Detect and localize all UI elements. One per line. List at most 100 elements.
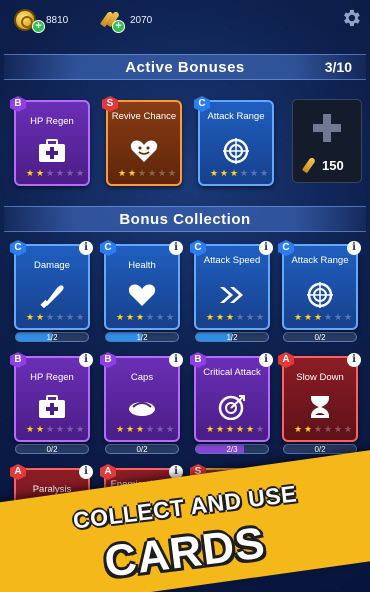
add-coins-icon[interactable]: + bbox=[32, 20, 45, 33]
collection-card[interactable]: Bi Caps ★ ★ ★ ★ ★ ★ bbox=[100, 352, 183, 442]
info-icon[interactable]: i bbox=[169, 353, 183, 367]
star-empty-icon: ★ bbox=[255, 424, 265, 434]
heart-icon bbox=[128, 284, 156, 306]
star-empty-icon: ★ bbox=[323, 424, 333, 434]
collection-card[interactable]: Ci Attack Speed ★ ★ ★ ★ ★ ★ bbox=[190, 240, 273, 330]
target-icon bbox=[223, 138, 249, 164]
active-bonuses-title: Active Bonuses bbox=[125, 58, 245, 76]
star-filled-icon: ★ bbox=[303, 424, 313, 434]
progress-text: 1/2 bbox=[136, 333, 148, 342]
star-rating: ★ ★ ★ ★ ★ ★ bbox=[25, 313, 85, 322]
star-empty-icon: ★ bbox=[235, 312, 245, 322]
add-bonus-slot[interactable]: 150 bbox=[292, 99, 362, 183]
star-empty-icon: ★ bbox=[145, 312, 155, 322]
progress-text: 1/2 bbox=[226, 333, 238, 342]
star-rating: ★ ★ ★ ★ ★ ★ bbox=[205, 425, 265, 434]
star-empty-icon: ★ bbox=[343, 312, 353, 322]
collection-card[interactable]: Ci Health ★ ★ ★ ★ ★ ★ bbox=[100, 240, 183, 330]
star-empty-icon: ★ bbox=[157, 168, 167, 178]
heart-face-icon bbox=[130, 140, 158, 162]
progress-text: 0/2 bbox=[46, 445, 58, 454]
star-empty-icon: ★ bbox=[259, 168, 269, 178]
ammo-icon bbox=[301, 156, 317, 174]
star-filled-icon: ★ bbox=[35, 312, 45, 322]
collection-card[interactable]: Bi Critical Attack ★ ★ ★ ★ ★ ★ bbox=[190, 352, 273, 442]
star-filled-icon: ★ bbox=[245, 424, 255, 434]
crit-target-icon bbox=[218, 395, 245, 420]
progress-text: 0/2 bbox=[314, 445, 326, 454]
star-empty-icon: ★ bbox=[333, 312, 343, 322]
card-progress-bar: 0/2 bbox=[15, 444, 89, 454]
coin-currency[interactable]: + 8810 bbox=[14, 8, 68, 33]
progress-text: 2/3 bbox=[226, 445, 238, 454]
collection-card[interactable]: Ai Slow Down ★ ★ ★ ★ ★ ★ bbox=[278, 352, 361, 442]
add-bonus-cost: 150 bbox=[301, 156, 344, 174]
star-rating: ★ ★ ★ ★ ★ ★ bbox=[205, 313, 265, 322]
active-card-hp-regen[interactable]: B HP Regen ★ ★ ★ ★ ★ ★ bbox=[10, 96, 90, 186]
progress-text: 0/2 bbox=[314, 333, 326, 342]
ammo-currency[interactable]: + 2070 bbox=[98, 8, 153, 33]
star-filled-icon: ★ bbox=[225, 312, 235, 322]
star-empty-icon: ★ bbox=[249, 168, 259, 178]
ammo-count: 2070 bbox=[130, 14, 153, 26]
gear-icon[interactable] bbox=[340, 7, 362, 29]
star-empty-icon: ★ bbox=[65, 312, 75, 322]
info-icon[interactable]: i bbox=[259, 353, 273, 367]
card-name: Health bbox=[128, 260, 156, 271]
info-icon[interactable]: i bbox=[79, 241, 93, 255]
star-filled-icon: ★ bbox=[115, 424, 125, 434]
star-empty-icon: ★ bbox=[55, 424, 65, 434]
star-filled-icon: ★ bbox=[205, 424, 215, 434]
star-empty-icon: ★ bbox=[239, 168, 249, 178]
card-progress-bar: 1/2 bbox=[105, 332, 179, 342]
star-rating: ★ ★ ★ ★ ★ ★ bbox=[25, 169, 85, 178]
star-filled-icon: ★ bbox=[125, 312, 135, 322]
card-name: HP Regen bbox=[30, 372, 74, 383]
info-icon[interactable]: i bbox=[259, 241, 273, 255]
medkit-icon bbox=[39, 139, 65, 162]
star-filled-icon: ★ bbox=[125, 424, 135, 434]
star-rating: ★ ★ ★ ★ ★ ★ bbox=[293, 313, 353, 322]
star-filled-icon: ★ bbox=[135, 424, 145, 434]
active-card-revive-chance[interactable]: S Revive Chance ★ ★ ★ ★ ★ ★ bbox=[102, 96, 182, 186]
cap-icon bbox=[129, 402, 155, 416]
star-empty-icon: ★ bbox=[167, 168, 177, 178]
star-rating: ★ ★ ★ ★ ★ ★ bbox=[117, 169, 177, 178]
star-filled-icon: ★ bbox=[229, 168, 239, 178]
info-icon[interactable]: i bbox=[79, 465, 93, 479]
bonus-collection-header: Bonus Collection bbox=[4, 206, 366, 232]
star-filled-icon: ★ bbox=[25, 424, 35, 434]
star-filled-icon: ★ bbox=[35, 168, 45, 178]
collection-card[interactable]: Ci Attack Range ★ ★ ★ ★ ★ ★ bbox=[278, 240, 361, 330]
bonus-collection-title: Bonus Collection bbox=[119, 210, 251, 228]
collection-card[interactable]: Bi HP Regen ★ ★ ★ ★ ★ ★ bbox=[10, 352, 93, 442]
info-icon[interactable]: i bbox=[169, 241, 183, 255]
info-icon[interactable]: i bbox=[79, 353, 93, 367]
star-empty-icon: ★ bbox=[65, 168, 75, 178]
star-empty-icon: ★ bbox=[65, 424, 75, 434]
star-empty-icon: ★ bbox=[323, 312, 333, 322]
star-empty-icon: ★ bbox=[255, 312, 265, 322]
card-name: Damage bbox=[34, 260, 70, 271]
card-progress-bar: 2/3 bbox=[195, 444, 269, 454]
star-empty-icon: ★ bbox=[333, 424, 343, 434]
plus-icon bbox=[313, 114, 341, 142]
star-empty-icon: ★ bbox=[75, 312, 85, 322]
progress-text: 1/2 bbox=[46, 333, 58, 342]
top-bar: + 8810 + 2070 bbox=[0, 0, 370, 40]
active-card-attack-range[interactable]: C Attack Range ★ ★ ★ ★ ★ ★ bbox=[194, 96, 274, 186]
star-empty-icon: ★ bbox=[155, 424, 165, 434]
add-cost-value: 150 bbox=[322, 157, 344, 173]
info-icon[interactable]: i bbox=[347, 353, 361, 367]
star-empty-icon: ★ bbox=[147, 168, 157, 178]
info-icon[interactable]: i bbox=[347, 241, 361, 255]
star-filled-icon: ★ bbox=[303, 312, 313, 322]
star-filled-icon: ★ bbox=[25, 168, 35, 178]
star-filled-icon: ★ bbox=[215, 424, 225, 434]
collection-card[interactable]: Ci Damage ★ ★ ★ ★ ★ ★ bbox=[10, 240, 93, 330]
card-name: Caps bbox=[130, 372, 154, 383]
add-ammo-icon[interactable]: + bbox=[112, 20, 125, 33]
star-empty-icon: ★ bbox=[165, 312, 175, 322]
star-filled-icon: ★ bbox=[117, 168, 127, 178]
star-filled-icon: ★ bbox=[127, 168, 137, 178]
